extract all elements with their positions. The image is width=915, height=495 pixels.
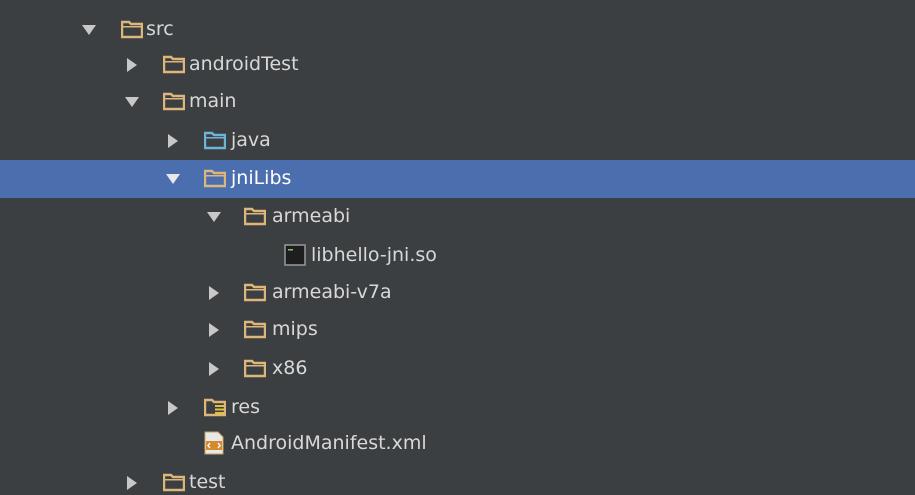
tree-item-armeabi[interactable]: armeabi xyxy=(0,198,915,236)
folder-icon xyxy=(244,282,266,302)
project-tree: src androidTest main java jniLibs armeab… xyxy=(0,0,915,495)
tree-item-libhello-jni-so[interactable]: libhello-jni.so xyxy=(0,237,915,275)
tree-item-label: armeabi-v7a xyxy=(272,281,392,303)
tree-item-label: java xyxy=(231,129,271,151)
folder-icon xyxy=(244,319,266,339)
folder-icon xyxy=(163,54,185,74)
folder-icon xyxy=(244,206,266,226)
tree-item-test[interactable]: test xyxy=(0,464,915,495)
tree-item-label: AndroidManifest.xml xyxy=(231,432,427,454)
binary-file-icon xyxy=(284,244,306,266)
tree-item-mips[interactable]: mips xyxy=(0,311,915,349)
expanded-arrow-icon[interactable] xyxy=(164,170,182,188)
tree-item-label: test xyxy=(189,471,226,493)
expanded-arrow-icon[interactable] xyxy=(123,93,141,111)
collapsed-arrow-icon[interactable] xyxy=(205,284,223,302)
tree-item-jnilibs[interactable]: jniLibs xyxy=(0,160,915,198)
tree-item-label: libhello-jni.so xyxy=(311,244,437,266)
manifest-file-icon xyxy=(203,431,225,455)
tree-item-armeabi-v7a[interactable]: armeabi-v7a xyxy=(0,274,915,312)
source-folder-icon xyxy=(204,130,226,150)
tree-item-label: res xyxy=(231,396,260,418)
folder-icon xyxy=(163,472,185,492)
collapsed-arrow-icon[interactable] xyxy=(123,56,141,74)
folder-icon xyxy=(244,358,266,378)
tree-item-x86[interactable]: x86 xyxy=(0,350,915,388)
collapsed-arrow-icon[interactable] xyxy=(164,132,182,150)
folder-icon xyxy=(204,168,226,188)
collapsed-arrow-icon[interactable] xyxy=(205,360,223,378)
tree-item-androidmanifest-xml[interactable]: AndroidManifest.xml xyxy=(0,425,915,463)
collapsed-arrow-icon[interactable] xyxy=(123,474,141,492)
tree-item-label: mips xyxy=(272,318,318,340)
tree-item-src[interactable]: src xyxy=(0,11,915,49)
resource-folder-icon xyxy=(204,397,226,417)
tree-item-res[interactable]: res xyxy=(0,389,915,427)
tree-item-label: armeabi xyxy=(272,205,351,227)
folder-icon xyxy=(121,19,143,39)
tree-item-label: x86 xyxy=(272,357,308,379)
collapsed-arrow-icon[interactable] xyxy=(164,399,182,417)
tree-item-label: jniLibs xyxy=(231,167,292,189)
tree-item-label: src xyxy=(146,18,174,40)
folder-icon xyxy=(163,91,185,111)
tree-item-java[interactable]: java xyxy=(0,122,915,160)
tree-item-androidtest[interactable]: androidTest xyxy=(0,46,915,84)
tree-item-main[interactable]: main xyxy=(0,83,915,121)
tree-item-label: androidTest xyxy=(189,53,299,75)
tree-item-label: main xyxy=(189,90,237,112)
collapsed-arrow-icon[interactable] xyxy=(205,321,223,339)
expanded-arrow-icon[interactable] xyxy=(80,21,98,39)
expanded-arrow-icon[interactable] xyxy=(205,208,223,226)
